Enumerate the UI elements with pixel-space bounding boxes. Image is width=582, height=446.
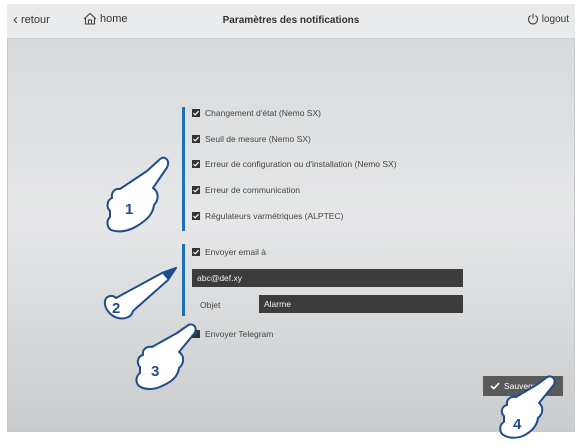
pointing-hand-icon: 3 (135, 323, 197, 390)
callout-number: 4 (513, 416, 522, 433)
alert-option-label: Seuil de mesure (Nemo SX) (205, 134, 311, 144)
alert-option-var-regulators[interactable]: Régulateurs varmétriques (ALPTEC) (192, 211, 343, 221)
checkbox[interactable] (192, 109, 200, 117)
send-telegram-label: Envoyer Telegram (205, 329, 274, 339)
chevron-left-icon: ‹ (13, 11, 18, 28)
home-icon (83, 12, 97, 25)
checkbox[interactable] (192, 160, 200, 168)
callout-number: 1 (125, 201, 133, 218)
send-email-option[interactable]: Envoyer email à (192, 247, 266, 257)
top-bar: ‹ retour home Paramètres des notificatio… (7, 4, 575, 39)
home-label: home (100, 12, 128, 25)
email-group-bar (182, 244, 185, 316)
checkmark-icon (193, 161, 200, 167)
checkmark-icon (193, 110, 200, 116)
app-window: ‹ retour home Paramètres des notificatio… (7, 4, 575, 432)
send-telegram-option[interactable]: Envoyer Telegram (192, 329, 273, 339)
alert-option-state-change[interactable]: Changement d'état (Nemo SX) (192, 108, 321, 118)
alert-option-measure-threshold[interactable]: Seuil de mesure (Nemo SX) (192, 134, 311, 144)
alerts-group-bar (182, 107, 185, 231)
checkmark-icon (193, 249, 200, 255)
checkbox[interactable] (192, 212, 200, 220)
send-email-label: Envoyer email à (205, 247, 266, 257)
email-subject-field[interactable]: Alarme (259, 295, 463, 313)
alert-option-config-error[interactable]: Erreur de configuration ou d'installatio… (192, 159, 397, 169)
alert-option-label: Changement d'état (Nemo SX) (205, 108, 321, 118)
power-icon (527, 13, 538, 25)
checkmark-icon (193, 136, 200, 142)
checkbox[interactable] (192, 248, 200, 256)
callout-number: 2 (112, 300, 120, 317)
alert-option-label: Régulateurs varmétriques (ALPTEC) (205, 211, 344, 221)
pointing-hand-icon: 4 (499, 375, 556, 439)
checkbox[interactable] (192, 186, 200, 194)
logout-label: logout (541, 13, 569, 25)
subject-label: Objet (200, 300, 221, 310)
page-title: Paramètres des notifications (222, 15, 360, 26)
logout-button[interactable]: logout (527, 13, 569, 25)
pointing-hand-icon: 1 (106, 156, 170, 233)
screen: ‹ retour home Paramètres des notificatio… (0, 0, 582, 446)
alert-option-label: Erreur de configuration ou d'installatio… (205, 159, 397, 169)
home-button[interactable]: home (83, 12, 128, 25)
callout-number: 3 (151, 363, 159, 380)
checkbox[interactable] (192, 135, 200, 143)
back-label: retour (21, 14, 50, 26)
checkmark-icon (193, 213, 200, 219)
pointing-pencil-icon: 2 (103, 267, 177, 320)
alert-option-label: Erreur de communication (205, 185, 300, 195)
checkmark-icon (193, 187, 200, 193)
email-address-field[interactable]: abc@def.xy (192, 269, 463, 287)
alert-option-communication-error[interactable]: Erreur de communication (192, 185, 300, 195)
back-button[interactable]: ‹ retour (13, 11, 50, 28)
